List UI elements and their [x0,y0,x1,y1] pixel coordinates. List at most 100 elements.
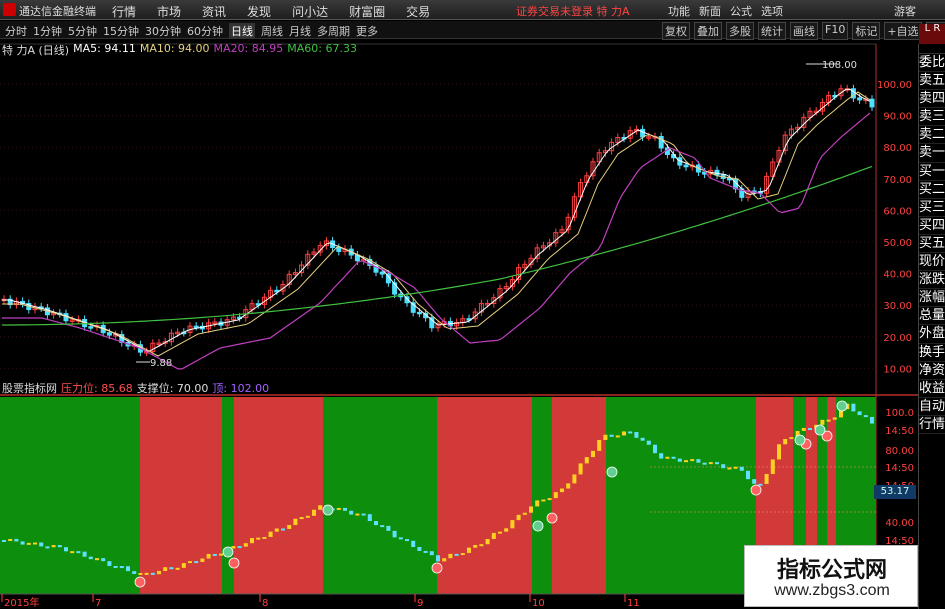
indicator-bar [460,553,465,556]
side-item-sell3[interactable]: 卖三 [919,108,945,127]
sub-y-tick-label: 40.00 [885,518,914,529]
side-item-netasset[interactable]: 净资 [919,362,945,380]
side-item-turnover[interactable]: 换手 [919,344,945,362]
stock-name: 特 力A (日线) [2,44,70,57]
indicator-bar [237,546,242,549]
indicator-bar [70,551,75,554]
y-tick-label: 80.00 [883,143,912,154]
candle-body [379,271,385,275]
indicator-bar [473,544,478,548]
x-tick-label: 9 [417,598,423,609]
indicator-bar [560,488,564,493]
indicator-bar [26,542,31,545]
x-tick-label: 8 [262,598,268,609]
indicator-bar [491,532,496,539]
buy-signal-marker [546,512,558,524]
indicator-bar [820,419,825,425]
candle-body [193,325,199,329]
indicator-bar [684,460,688,463]
indicator-bar [76,551,81,554]
indicator-bar [206,553,211,559]
side-item-change[interactable]: 涨跌 [919,271,945,290]
indicator-bar [547,498,552,501]
indicator-bar [758,483,763,486]
ma10-line [2,91,871,357]
buy-signal-marker [750,484,762,496]
indicator-bar [454,553,459,556]
indicator-bar [832,417,837,420]
indicator-bar [733,466,738,469]
sell-signal-marker [222,546,234,558]
side-item-change-pct[interactable]: 涨幅 [919,289,945,308]
side-item-buy2[interactable]: 买二 [919,181,945,199]
indicator-bar [498,531,502,534]
indicator-bar [343,507,347,511]
indicator-name[interactable]: 股票指标网 [2,380,57,396]
indicator-bar [516,514,521,521]
ma5-line [2,88,871,352]
indicator-bar [157,570,161,575]
zone-red [437,397,532,594]
indicator-bar [250,538,254,544]
indicator-bar [746,470,750,480]
side-item-sell2[interactable]: 卖二 [919,126,945,145]
side-item-price[interactable]: 现价 [919,253,945,272]
zone-red [140,397,222,594]
indicator-bar [305,515,310,518]
side-item-volume[interactable]: 总量 [919,307,945,326]
watermark-url: www.zbgs3.com [774,582,890,599]
indicator-bar [113,565,118,568]
indicator-bar [20,541,25,545]
side-item-quote[interactable]: 行情 [919,416,945,434]
candle-body [726,177,732,181]
chart-area[interactable]: 100.00 90.00 80.00 70.00 60.00 50.00 40.00 30.0… [0,0,918,609]
x-tick-label: 2015年 [4,596,39,609]
support-value: 支撑位: 70.00 [136,382,209,395]
side-item-auto[interactable]: 自动 [919,398,945,416]
indicator-bar [783,438,788,445]
side-item-earnings[interactable]: 收益 [919,380,945,398]
side-item-buy3[interactable]: 买三 [919,199,945,217]
side-item-buy1[interactable]: 买一 [919,163,945,181]
indicator-bar [188,561,192,564]
indicator-header: 股票指标网 压力位: 85.68 支撑位: 70.00 顶: 102.00 [2,380,269,396]
indicator-bar [659,453,664,459]
indicator-bar [132,571,137,574]
y-tick-label: 20.00 [883,333,912,344]
indicator-bar [677,458,682,462]
indicator-bar [529,506,533,513]
indicator-bar [485,538,490,545]
indicator-bar [82,551,87,557]
side-item-weibi[interactable]: 委比 [919,54,945,73]
side-item-buy4[interactable]: 买四 [919,217,945,235]
indicator-bar [243,543,248,547]
indicator-bar [88,556,93,560]
side-item-buy5[interactable]: 买五 [919,235,945,254]
sub-y-tick-label: 14:50 [885,463,914,474]
indicator-bar [721,464,726,469]
indicator-bar [436,555,440,562]
peak-value: 顶: 102.00 [212,382,270,395]
side-item-sell1[interactable]: 卖一 [919,144,945,163]
indicator-bar [101,558,106,562]
indicator-bar [398,537,403,540]
indicator-bar [262,536,267,539]
y-tick-label: 30.00 [883,301,912,312]
ma20-value: MA20: 84.95 [213,42,284,55]
indicator-bar [609,434,614,437]
quote-side-panel: L R 委比 卖五 卖四 卖三 卖二 卖一 买一 买二 买三 买四 买五 现价 … [918,24,945,609]
indicator-bar [553,492,558,499]
indicator-bar [702,462,707,465]
panel-toggle[interactable]: L R [919,24,945,44]
side-item-sell5[interactable]: 卖五 [919,72,945,91]
indicator-bar [640,437,645,441]
indicator-bar [690,459,695,462]
indicator-bar [870,416,874,424]
indicator-bar [169,567,174,570]
indicator-bar [429,551,434,556]
side-item-outer[interactable]: 外盘 [919,325,945,344]
indicator-bar [392,530,397,538]
indicator-bar [448,553,453,559]
side-item-sell4[interactable]: 卖四 [919,90,945,109]
indicator-bar [739,466,744,471]
